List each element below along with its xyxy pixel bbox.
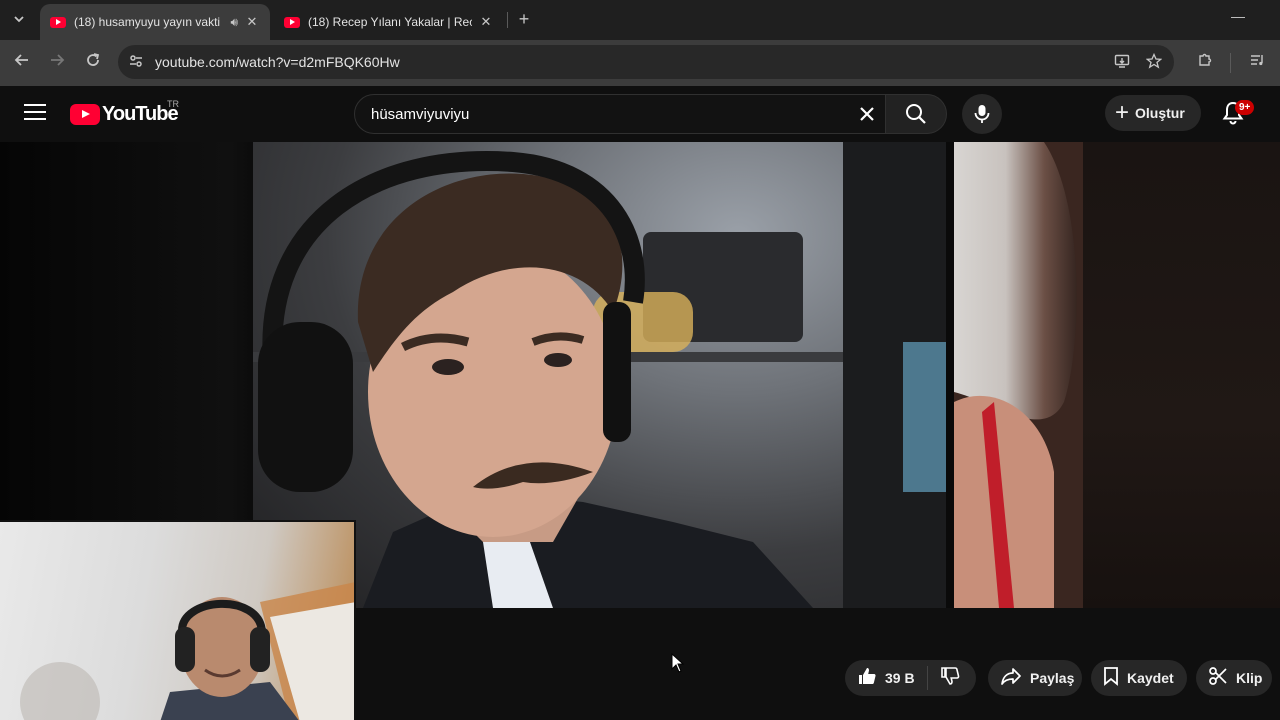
country-code: TR — [167, 99, 179, 109]
browser-tab-strip: (18) husamyuyu yayın vakti 🔊︎ ✕ (18) Rec… — [0, 0, 1280, 40]
media-controls-icon[interactable] — [1246, 52, 1268, 74]
search-query-text: hüsamviyuviyu — [371, 106, 470, 123]
youtube-favicon-icon — [284, 16, 300, 28]
browser-toolbar: youtube.com/watch?v=d2mFBQK60Hw — [0, 40, 1280, 86]
notification-count-badge: 9+ — [1235, 100, 1255, 115]
tab-title: (18) husamyuyu yayın vakti — [74, 15, 221, 29]
clip-label: Klip — [1236, 670, 1263, 686]
streamer-webcam-overlay — [0, 520, 356, 720]
video-scene-person — [253, 142, 946, 608]
search-icon — [906, 104, 926, 124]
ambient-mode-panel — [1083, 142, 1280, 608]
browser-tab[interactable]: (18) Recep Yılanı Yakalar | Recep ✕ — [274, 4, 504, 40]
like-dislike-group: 39 B — [845, 660, 976, 696]
address-bar[interactable]: youtube.com/watch?v=d2mFBQK60Hw — [118, 45, 1174, 79]
youtube-masthead: YouTube TR hüsamviyuviyu + Oluştur — [0, 86, 1280, 142]
create-button[interactable]: + Oluştur — [1105, 95, 1201, 131]
thumbs-up-icon[interactable] — [857, 666, 877, 691]
video-split-divider — [946, 142, 954, 608]
youtube-favicon-icon — [50, 16, 66, 28]
share-label: Paylaş — [1030, 670, 1075, 686]
forward-arrow-icon[interactable] — [46, 52, 68, 74]
tab-title: (18) Recep Yılanı Yakalar | Recep — [308, 15, 472, 29]
install-app-icon[interactable] — [1113, 53, 1131, 71]
share-arrow-icon — [1000, 666, 1022, 691]
plus-icon: + — [1115, 99, 1130, 126]
video-frame-side — [954, 142, 1083, 608]
toolbar-divider — [1230, 53, 1231, 73]
search-button[interactable] — [885, 94, 947, 134]
clear-search-icon[interactable] — [855, 102, 879, 126]
create-label: Oluştur — [1135, 105, 1185, 121]
video-frame-main — [253, 142, 946, 608]
like-count[interactable]: 39 B — [885, 670, 915, 686]
menu-hamburger-icon[interactable] — [24, 104, 46, 124]
video-scene-side — [954, 142, 1083, 608]
scissors-icon — [1208, 666, 1228, 691]
youtube-logo[interactable]: YouTube TR — [70, 99, 179, 126]
webcam-scene — [20, 582, 354, 720]
bookmark-icon — [1103, 666, 1119, 691]
site-settings-icon[interactable] — [127, 53, 145, 71]
extensions-puzzle-icon[interactable] — [1194, 52, 1216, 74]
save-label: Kaydet — [1127, 670, 1174, 686]
voice-search-button[interactable] — [962, 94, 1002, 134]
like-divider — [926, 666, 928, 690]
mouse-cursor-icon — [671, 653, 685, 673]
bookmark-star-icon[interactable] — [1145, 52, 1163, 71]
save-button[interactable]: Kaydet — [1091, 660, 1187, 696]
speaker-icon[interactable]: 🔊︎ — [230, 15, 238, 30]
youtube-play-logo-icon — [70, 104, 100, 125]
new-tab-button[interactable]: + — [513, 9, 535, 31]
tab-search-chevron-icon[interactable] — [8, 8, 30, 30]
tab-close-icon[interactable]: ✕ — [244, 14, 260, 30]
clip-button[interactable]: Klip — [1196, 660, 1272, 696]
minimize-window-button[interactable]: — — [1228, 8, 1248, 28]
tab-close-icon[interactable]: ✕ — [478, 14, 494, 30]
back-arrow-icon[interactable] — [11, 52, 33, 74]
thumbs-down-icon[interactable] — [940, 666, 960, 691]
share-button[interactable]: Paylaş — [988, 660, 1082, 696]
reload-icon[interactable] — [82, 52, 104, 74]
tab-divider — [507, 12, 508, 28]
microphone-icon — [974, 105, 990, 123]
search-input[interactable]: hüsamviyuviyu — [354, 94, 947, 134]
url-text: youtube.com/watch?v=d2mFBQK60Hw — [155, 54, 400, 70]
browser-tab-active[interactable]: (18) husamyuyu yayın vakti 🔊︎ ✕ — [40, 4, 270, 40]
